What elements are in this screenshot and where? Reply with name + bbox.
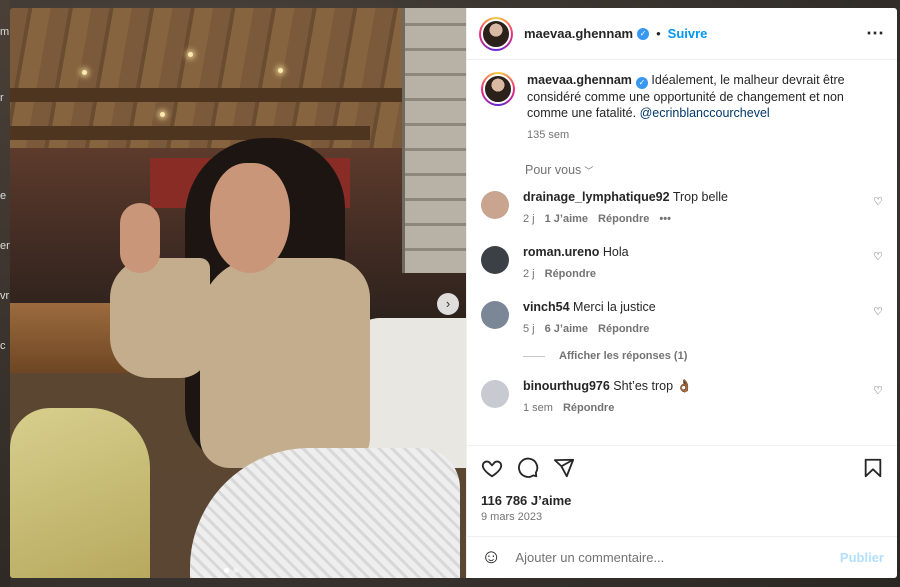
author-username[interactable]: maevaa.ghennam: [524, 26, 633, 41]
caption-username[interactable]: maevaa.ghennam: [527, 73, 632, 87]
bookmark-icon[interactable]: [862, 457, 884, 479]
comment-age: 2 j: [523, 268, 535, 280]
commenter-avatar[interactable]: [481, 246, 509, 274]
photo-torso: [200, 258, 370, 468]
comment-item: roman.ureno Hola 2 j Répondre ♡: [481, 244, 883, 282]
post-actions-area: 116 786 J’aime 9 mars 2023: [467, 445, 897, 523]
edge-text: e: [0, 190, 7, 202]
post-photo[interactable]: ›: [10, 8, 466, 578]
photo-arm: [110, 258, 210, 378]
action-bar: [481, 456, 884, 480]
comment-item: vinch54 Merci la justice 5 j 6 J’aime Répon…: [481, 299, 883, 337]
caption-avatar[interactable]: [481, 72, 515, 106]
comment-input[interactable]: Ajouter un commentaire...: [515, 550, 840, 565]
comment-item: binourthug976 Sht’es trop 👌🏾 1 sem Répondr…: [481, 378, 883, 416]
next-photo-button[interactable]: ›: [437, 293, 459, 315]
edge-text: m: [0, 26, 10, 38]
follow-button[interactable]: Suivre: [668, 26, 708, 41]
reply-button[interactable]: Répondre: [545, 266, 596, 282]
share-icon[interactable]: [553, 457, 575, 479]
photo-yellow-chair: [10, 408, 150, 578]
show-replies-button[interactable]: Afficher les réponses (1): [523, 350, 883, 362]
commenter-avatar[interactable]: [481, 380, 509, 408]
reply-button[interactable]: Répondre: [598, 211, 649, 227]
header-separator: •: [656, 26, 661, 41]
reply-button[interactable]: Répondre: [563, 400, 614, 416]
heart-icon[interactable]: [481, 457, 503, 479]
edge-text: c: [0, 340, 6, 352]
comment-text: Sht’es trop 👌🏾: [613, 379, 693, 393]
commenter-avatar[interactable]: [481, 301, 509, 329]
show-replies-label: Afficher les réponses (1): [559, 350, 688, 362]
comment-age: 2 j: [523, 213, 535, 225]
commenter-avatar[interactable]: [481, 191, 509, 219]
comment-text: Merci la justice: [573, 300, 656, 314]
comment-body: roman.ureno Hola 2 j Répondre: [523, 244, 883, 282]
comment-meta: 2 j 1 J’aime Répondre •••: [523, 211, 883, 227]
comment-age: 1 sem: [523, 402, 553, 414]
post-date: 9 mars 2023: [481, 511, 543, 523]
comment-like-heart-icon[interactable]: ♡: [873, 305, 883, 318]
photo-beam: [10, 88, 410, 102]
carousel-dots: [224, 568, 238, 573]
photo-hand: [120, 203, 160, 273]
chevron-down-icon: ﹀: [584, 166, 594, 176]
verified-badge-icon: ✓: [635, 77, 648, 89]
comment-text: Hola: [602, 245, 629, 259]
add-comment-bar: ☺ Ajouter un commentaire... Publier: [467, 536, 897, 578]
comments-list[interactable]: maevaa.ghennam ✓ Idéalement, le malheur d…: [467, 60, 897, 445]
photo-light: [188, 52, 193, 57]
post-caption: maevaa.ghennam ✓ Idéalement, le malheur d…: [481, 72, 883, 141]
emoji-icon[interactable]: ☺: [481, 546, 501, 569]
edge-text: vr: [0, 290, 10, 302]
comment-likes[interactable]: 1 J’aime: [545, 211, 588, 227]
comment-body: drainage_lymphatique92 Trop belle 2 j 1 J’…: [523, 189, 883, 227]
comment-age: 5 j: [523, 323, 535, 335]
comment-text: Trop belle: [672, 190, 728, 204]
sort-label: Pour vous: [525, 163, 582, 177]
replies-line: [523, 355, 545, 357]
post-header: maevaa.ghennam ✓ • Suivre ⋯: [467, 8, 897, 60]
photo-stone-pillar: [402, 8, 466, 273]
caption-age: 135 sem: [527, 129, 570, 141]
caption-mention-link[interactable]: @ecrinblanccourchevel: [640, 106, 770, 120]
photo-light: [160, 112, 165, 117]
photo-light: [278, 68, 283, 73]
commenter-username[interactable]: vinch54: [523, 300, 570, 314]
comment-meta: 5 j 6 J’aime Répondre: [523, 321, 883, 337]
more-options-icon[interactable]: ⋯: [866, 23, 885, 44]
photo-face: [210, 163, 290, 273]
commenter-username[interactable]: drainage_lymphatique92: [523, 190, 670, 204]
comment-container: drainage_lymphatique92 Trop belle 2 j 1 J’…: [481, 189, 883, 416]
edge-text: r: [0, 92, 4, 104]
comment-likes[interactable]: 6 J’aime: [545, 321, 588, 337]
comment-body: vinch54 Merci la justice 5 j 6 J’aime Répon…: [523, 299, 883, 337]
verified-badge-icon: ✓: [637, 27, 650, 40]
comment-meta: 1 sem Répondre: [523, 400, 883, 416]
post-panel: maevaa.ghennam ✓ • Suivre ⋯ maevaa.ghenn…: [466, 8, 897, 578]
comment-item: drainage_lymphatique92 Trop belle 2 j 1 J’…: [481, 189, 883, 227]
comment-like-heart-icon[interactable]: ♡: [873, 384, 883, 397]
like-count[interactable]: 116 786 J’aime: [481, 493, 884, 508]
photo-beam: [10, 126, 370, 140]
reply-button[interactable]: Répondre: [598, 321, 649, 337]
comment-like-heart-icon[interactable]: ♡: [873, 250, 883, 263]
author-avatar[interactable]: [479, 16, 513, 51]
comment-icon[interactable]: [517, 457, 539, 479]
photo-light: [82, 70, 87, 75]
carousel-dot: [233, 568, 238, 573]
comment-more-icon[interactable]: •••: [659, 211, 671, 227]
comment-meta: 2 j Répondre: [523, 266, 883, 282]
post-modal: › maevaa.ghennam ✓ • Suivre ⋯ maevaa.ghe…: [10, 8, 897, 578]
carousel-dot: [224, 568, 229, 573]
publish-button[interactable]: Publier: [840, 550, 884, 565]
comment-body: binourthug976 Sht’es trop 👌🏾 1 sem Répondr…: [523, 378, 883, 416]
commenter-username[interactable]: binourthug976: [523, 379, 610, 393]
comment-like-heart-icon[interactable]: ♡: [873, 195, 883, 208]
backdrop-edge: m r e ent vr c: [0, 0, 15, 587]
commenter-username[interactable]: roman.ureno: [523, 245, 599, 259]
caption-text: maevaa.ghennam ✓ Idéalement, le malheur d…: [527, 72, 883, 121]
comment-sort-dropdown[interactable]: Pour vous ﹀: [525, 163, 883, 177]
